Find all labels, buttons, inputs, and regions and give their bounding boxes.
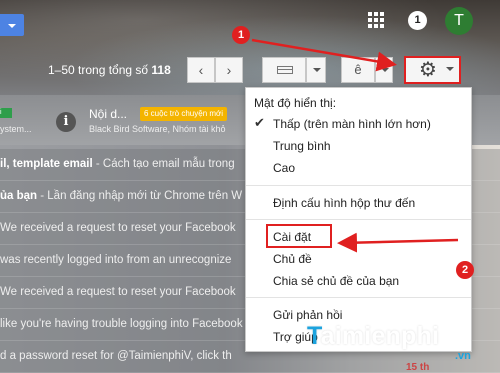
category-tab-label[interactable]: i [0,108,12,118]
message-subject: ủa bạn [0,190,38,202]
split-pane-dropdown[interactable] [306,57,326,83]
menu-divider [246,185,471,186]
pagination-prefix: 1–50 trong tổng số [48,63,152,77]
pagination-total: 118 [151,63,171,77]
menu-divider [246,219,471,220]
chevron-down-icon [381,68,389,76]
chevron-down-icon [313,68,321,76]
message-snippet: was recently logged into from an unrecog… [0,254,232,266]
category-tab-subtitle: ystem... [0,124,32,134]
input-tools-button[interactable]: ê [341,57,375,83]
updates-tab-senders: Black Bird Software, Nhóm tài khỏ [89,124,226,134]
input-tools-dropdown[interactable] [375,57,393,83]
message-snippet: We received a request to reset your Face… [0,222,236,234]
menu-item-settings[interactable]: Cài đặt [273,230,311,244]
message-snippet: We received a request to reset your Face… [0,286,236,298]
step-marker-2: 2 [456,261,474,279]
menu-item-density-low[interactable]: Thấp (trên màn hình lớn hơn) [273,117,431,131]
gear-icon: ⚙ [419,59,437,81]
chevron-right-icon: › [226,62,232,78]
message-snippet: - Lần đăng nhập mới từ Chrome trên W [37,190,243,202]
new-conversations-badge: 6 cuộc trò chuyện mới [140,107,228,121]
menu-divider [246,297,471,298]
message-snippet: d a password reset for @TaimienphiV, cli… [0,350,232,362]
avatar[interactable]: T [445,7,473,35]
updates-tab-title[interactable]: Nội d... [89,107,127,121]
settings-gear-button[interactable]: ⚙ [404,56,461,84]
watermark-suffix: .vn [455,350,471,362]
apps-grid-icon[interactable] [368,12,384,28]
menu-item-density-high[interactable]: Cao [273,161,295,175]
main-menu-tab[interactable] [0,14,24,36]
notification-badge[interactable]: 1 [408,11,427,30]
message-snippet: - Cách tạo email mẫu trong [92,158,235,170]
density-header: Mật độ hiển thị: [254,96,337,110]
menu-item-configure-inbox[interactable]: Định cấu hình hộp thư đến [273,196,415,210]
info-icon: i [56,112,76,132]
message-date: 15 th [406,362,430,373]
step-marker-1: 1 [232,26,250,44]
density-icon [277,66,293,74]
check-icon: ✔ [254,115,265,130]
menu-item-send-feedback[interactable]: Gửi phản hồi [273,308,342,322]
input-tools-label: ê [354,62,362,77]
split-pane-button[interactable] [262,57,306,83]
settings-menu: Mật độ hiển thị: ✔ Thấp (trên màn hình l… [245,87,472,352]
message-snippet: like you're having trouble logging into … [0,318,243,330]
menu-item-density-medium[interactable]: Trung bình [273,139,331,153]
watermark-logo: Taimienphi [307,322,440,350]
chevron-left-icon: ‹ [198,62,204,78]
menu-item-share-themes[interactable]: Chia sẻ chủ đề của bạn [273,274,399,288]
prev-page-button[interactable]: ‹ [187,57,215,83]
next-page-button[interactable]: › [215,57,243,83]
menu-item-themes[interactable]: Chủ đề [273,252,312,266]
chevron-down-icon [446,67,454,75]
message-subject: il, template email [0,158,93,170]
pagination-info: 1–50 trong tổng số 118 [48,63,171,77]
